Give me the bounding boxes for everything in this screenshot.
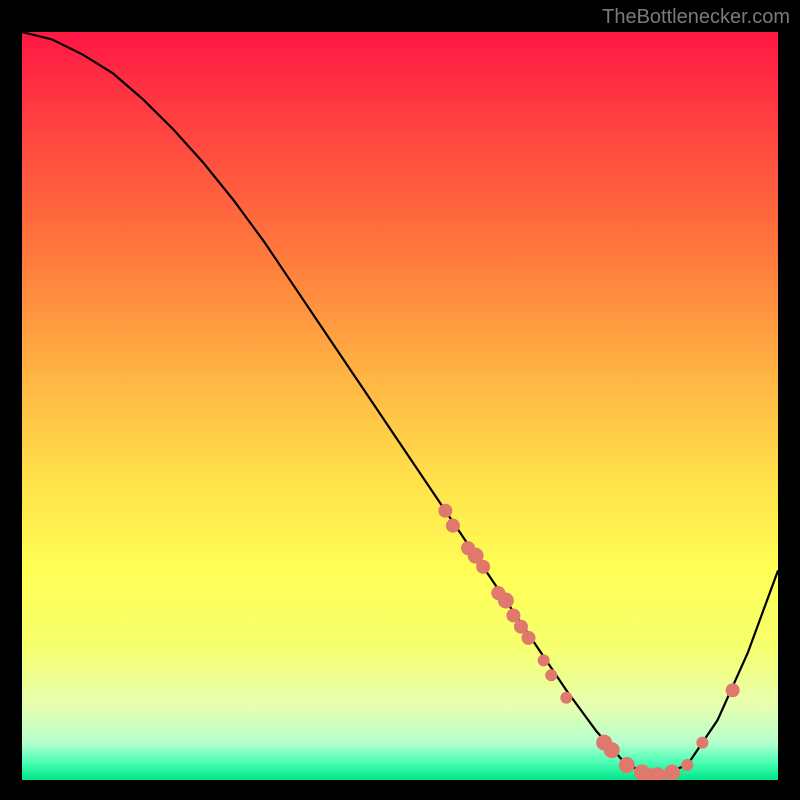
curve-marker [604, 742, 620, 758]
curve-marker [498, 592, 514, 608]
attribution-text: TheBottlenecker.com [602, 6, 790, 29]
curve-marker [476, 560, 490, 574]
bottleneck-curve [22, 32, 778, 776]
curve-marker [726, 683, 740, 697]
curve-marker [446, 519, 460, 533]
curve-marker [696, 737, 708, 749]
curve-marker [538, 654, 550, 666]
chart-overlay [22, 32, 778, 780]
curve-markers [438, 504, 739, 780]
curve-marker [438, 504, 452, 518]
curve-marker [545, 669, 557, 681]
plot-area [22, 32, 778, 780]
curve-marker [681, 759, 693, 771]
curve-marker [619, 757, 635, 773]
curve-marker [664, 765, 680, 780]
curve-marker [522, 631, 536, 645]
curve-marker [560, 692, 572, 704]
